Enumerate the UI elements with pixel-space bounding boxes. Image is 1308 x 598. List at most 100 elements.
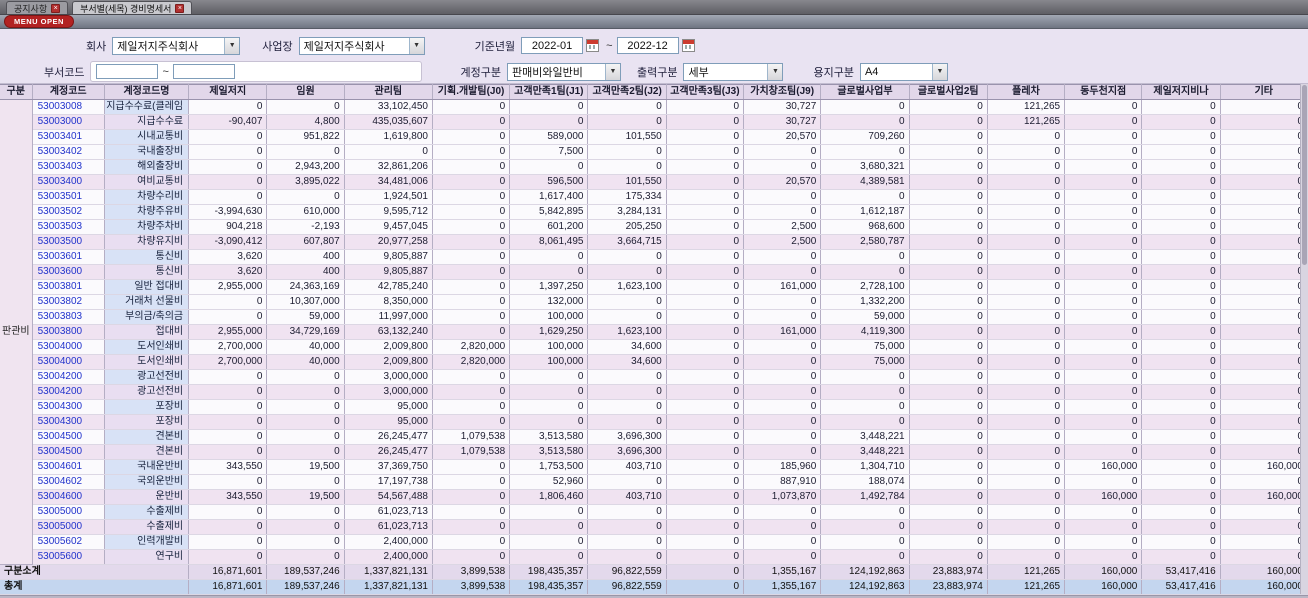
table-row[interactable]: 53003802 거래처 선물비 0 10,307,000 8,350,000 0 132,… <box>0 294 1308 310</box>
table-row[interactable]: 53004600 운반비 343,550 19,500 54,567,488 0 1,806… <box>0 489 1308 505</box>
value-cell: 0 <box>909 279 988 295</box>
table-row[interactable]: 53004000 도서인쇄비 2,700,000 40,000 2,009,800 2,8… <box>0 339 1308 355</box>
value-cell: 10,307,000 <box>266 294 345 310</box>
calendar-icon[interactable] <box>586 39 600 52</box>
table-row[interactable]: 53003601통신비3,6204009,805,88700000000000 <box>0 249 1308 265</box>
output-type-select[interactable]: 세부 ▼ <box>683 62 784 81</box>
account-name-cell: 통신비 <box>104 264 190 280</box>
table-row[interactable]: 53003401 시내교통비 0 951,822 1,619,800 0 589,000 10… <box>0 129 1308 145</box>
close-icon[interactable]: × <box>51 3 61 13</box>
value-cell: 0 <box>909 354 988 370</box>
column-header[interactable]: 기획.개발팀(J0) <box>432 84 511 100</box>
value-cell: 0 <box>743 444 822 460</box>
table-row[interactable]: 53004200광고선전비003,000,00000000000000 <box>0 369 1308 385</box>
table-row[interactable]: 53005600연구비002,400,00000000000000 <box>0 549 1308 565</box>
vertical-scrollbar[interactable] <box>1300 84 1308 594</box>
table-row[interactable]: 53003803 부의금/축의금 0 59,000 11,997,000 0 100,000… <box>0 309 1308 325</box>
table-row[interactable]: 53003402국내출장비00007,500000000000 <box>0 144 1308 160</box>
column-header[interactable]: 글로벌사업부 <box>820 84 910 100</box>
value-cell: 0 <box>509 369 589 385</box>
tab-expense-report[interactable]: 부서별(세목) 경비명세서 × <box>72 1 193 14</box>
value-cell: 1,623,100 <box>587 324 667 340</box>
table-row[interactable]: 53004200광고선전비003,000,00000000000000 <box>0 384 1308 400</box>
account-type-select[interactable]: 판매비와일반비 ▼ <box>506 62 621 81</box>
dept-code-label: 부서코드 <box>44 66 85 79</box>
column-header[interactable]: 제일저지비나 <box>1141 84 1221 100</box>
paper-type-select[interactable]: A4 ▼ <box>859 62 948 81</box>
value-cell: 101,550 <box>587 129 667 145</box>
column-header[interactable]: 고객만족3팀(J3) <box>666 84 745 100</box>
dept-code-from-input[interactable] <box>96 64 159 79</box>
column-header[interactable]: 구분 <box>0 84 33 100</box>
table-row[interactable]: 53003502 차량주유비 -3,994,630 610,000 9,595,712 0… <box>0 204 1308 220</box>
period-label: 기준년월 <box>474 40 516 53</box>
column-header[interactable]: 가치창조팀(J9) <box>743 84 822 100</box>
period-to-input[interactable] <box>616 37 679 54</box>
table-row[interactable]: 53005602인력개발비002,400,00000000000000 <box>0 534 1308 550</box>
table-row[interactable]: 53004601 국내운반비 343,550 19,500 37,369,750 0 1,7… <box>0 459 1308 475</box>
scrollbar-thumb[interactable] <box>1302 85 1307 265</box>
column-header[interactable]: 관리팀 <box>344 84 433 100</box>
value-cell: 400 <box>266 249 345 265</box>
table-row[interactable]: 53003500 차량유지비 -3,090,412 607,807 20,977,258… <box>0 234 1308 250</box>
dept-code-to-input[interactable] <box>172 64 235 79</box>
table-row[interactable]: 53004602 국외운반비 0 0 17,197,738 0 52,960 0 0 887,91… <box>0 474 1308 490</box>
table-row[interactable]: 53003600통신비3,6204009,805,88700000000000 <box>0 264 1308 280</box>
value-cell: 0 <box>188 294 268 310</box>
table-row[interactable]: 53003501 차량수리비 0 0 1,924,501 0 1,617,400 175,33… <box>0 189 1308 205</box>
close-icon[interactable]: × <box>175 3 185 13</box>
table-row[interactable]: 53004500 견본비 0 0 26,245,477 1,079,538 3,513,58… <box>0 444 1308 460</box>
value-cell: 7,500 <box>509 144 589 160</box>
column-header[interactable]: 계정코드명 <box>104 84 190 100</box>
column-header[interactable]: 동두천지점 <box>1064 84 1143 100</box>
account-name-cell: 포장비 <box>104 414 190 430</box>
column-header[interactable]: 제일저지 <box>188 84 268 100</box>
value-cell: 0 <box>1064 369 1143 385</box>
value-cell: 3,000,000 <box>344 384 433 400</box>
table-row[interactable]: 53004000 도서인쇄비 2,700,000 40,000 2,009,800 2,8… <box>0 354 1308 370</box>
menu-open-button[interactable]: MENU OPEN <box>4 15 74 28</box>
value-cell: 0 <box>188 549 268 565</box>
table-row[interactable]: 53005000수출제비0061,023,71300000000000 <box>0 504 1308 520</box>
value-cell: 0 <box>509 114 589 130</box>
table-row[interactable]: 53003801 일반 접대비 2,955,000 24,363,169 42,785,… <box>0 279 1308 295</box>
table-row[interactable]: 53003000 지급수수료 -90,407 4,800 435,035,607 0 0 0 0… <box>0 114 1308 130</box>
column-header[interactable]: 글로벌사업2팀 <box>909 84 988 100</box>
table-row[interactable]: 53004300포장비0095,00000000000000 <box>0 399 1308 415</box>
account-code-cell: 53004500 <box>32 429 105 445</box>
value-cell: 0 <box>987 279 1066 295</box>
table-row[interactable]: 53004500 견본비 0 0 26,245,477 1,079,538 3,513,58… <box>0 429 1308 445</box>
period-from-input[interactable] <box>521 37 584 54</box>
table-row[interactable]: 53005000수출제비0061,023,71300000000000 <box>0 519 1308 535</box>
value-cell: 0 <box>188 129 268 145</box>
column-header[interactable]: 고객만족2팀(J2) <box>587 84 667 100</box>
column-header[interactable]: 기타 <box>1220 84 1308 100</box>
table-row[interactable]: 판관비 53003008 지급수수료(클레임 0 0 33,102,450 0 0 0 0 30,7… <box>0 99 1308 565</box>
column-header[interactable]: 고객만족1팀(J1) <box>509 84 589 100</box>
site-select[interactable]: 제일저지주식회사 ▼ <box>298 36 425 55</box>
tab-notice[interactable]: 공지사항 × <box>6 1 69 14</box>
value-cell: 0 <box>666 519 745 535</box>
value-cell: 0 <box>820 189 910 205</box>
column-header[interactable]: 플레차 <box>987 84 1066 100</box>
value-cell: 96,822,559 <box>587 579 667 595</box>
calendar-icon[interactable] <box>681 39 695 52</box>
footer-label-cell: 구분소계 <box>0 564 190 580</box>
company-select[interactable]: 제일저지주식회사 ▼ <box>112 36 241 55</box>
value-cell: 0 <box>587 144 667 160</box>
table-row[interactable]: 53003800 접대비 2,955,000 34,729,169 63,132,240… <box>0 324 1308 340</box>
column-header[interactable]: 계정코드 <box>32 84 105 100</box>
value-cell: 0 <box>909 369 988 385</box>
value-cell: 0 <box>432 159 511 175</box>
table-row[interactable]: 53003503 차량주차비 904,218 -2,193 9,457,045 0 601,… <box>0 219 1308 235</box>
column-header[interactable]: 임원 <box>266 84 345 100</box>
value-cell: 0 <box>820 414 910 430</box>
value-cell: 1,332,200 <box>820 294 910 310</box>
value-cell: 0 <box>909 189 988 205</box>
value-cell: 0 <box>1220 174 1308 190</box>
tab-expense-report-label: 부서별(세목) 경비명세서 <box>80 3 172 14</box>
value-cell: 5,842,895 <box>509 204 589 220</box>
table-row[interactable]: 53003403 해외출장비 0 2,943,200 32,861,206 0 0 0 0 0 3,… <box>0 159 1308 175</box>
table-row[interactable]: 53004300포장비0095,00000000000000 <box>0 414 1308 430</box>
table-row[interactable]: 53003400 여비교통비 0 3,895,022 34,481,006 0 596,50… <box>0 174 1308 190</box>
